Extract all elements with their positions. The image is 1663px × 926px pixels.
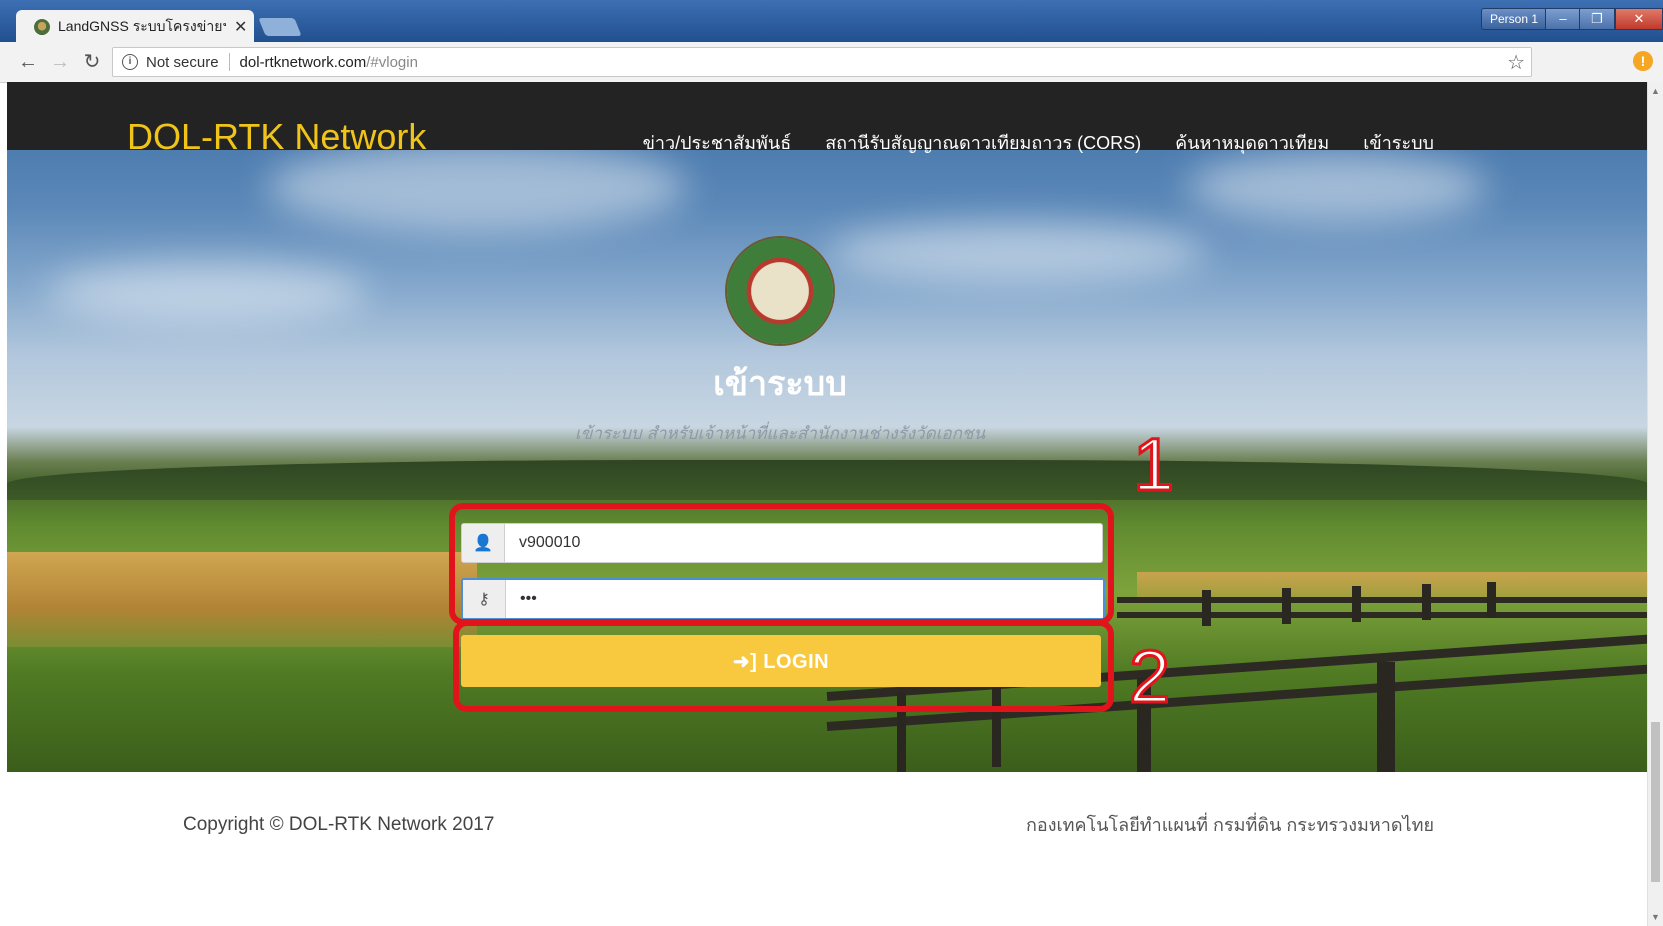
page-viewport: DOL-RTK Network ข่าว/ประชาสัมพันธ์ สถานี… — [7, 82, 1648, 926]
menu-item-news[interactable]: ข่าว/ประชาสัมพันธ์ — [643, 128, 792, 157]
page-scrollbar[interactable]: ▲ ▼ — [1647, 82, 1663, 926]
url-host: dol-rtknetwork.com — [239, 53, 367, 71]
new-tab-button[interactable] — [258, 18, 302, 36]
browser-toolbar: ← → ↻ i Not secure dol-rtknetwork.com/#v… — [0, 42, 1663, 83]
fence-post — [1377, 662, 1395, 772]
back-arrow-icon[interactable]: ← — [16, 50, 40, 74]
site-favicon-icon — [34, 18, 50, 35]
annotation-box-credentials — [449, 503, 1114, 625]
fence-post — [1202, 590, 1211, 626]
scroll-thumb[interactable] — [1651, 722, 1660, 882]
security-label: Not secure — [146, 53, 219, 71]
cloud-shape — [827, 222, 1207, 282]
login-title: เข้าระบบ — [713, 365, 847, 403]
address-bar[interactable]: i Not secure dol-rtknetwork.com/#vlogin … — [112, 47, 1532, 77]
minimize-button[interactable]: – — [1545, 8, 1581, 30]
fence-rail — [1117, 597, 1647, 603]
fence-post — [1422, 584, 1431, 620]
menu-item-cors[interactable]: สถานีรับสัญญาณดาวเทียมถาวร (CORS) — [825, 128, 1141, 157]
cloud-shape — [1187, 152, 1487, 222]
agency-text: กองเทคโนโลยีทำแผนที่ กรมที่ดิน กระทรวงมห… — [1025, 815, 1434, 835]
reload-icon[interactable]: ↻ — [80, 50, 104, 74]
info-icon[interactable]: i — [122, 54, 138, 70]
close-tab-icon[interactable]: ✕ — [234, 17, 247, 37]
restore-button[interactable]: ❐ — [1579, 8, 1615, 30]
wheat-field — [7, 552, 477, 647]
menu-item-login[interactable]: เข้าระบบ — [1363, 128, 1434, 157]
profile-button[interactable]: Person 1 — [1480, 8, 1547, 30]
annotation-box-login — [453, 620, 1114, 712]
copyright-text: Copyright © DOL-RTK Network 2017 — [183, 814, 495, 835]
bookmark-star-icon[interactable]: ☆ — [1507, 50, 1525, 75]
browser-tab[interactable]: LandGNSS ระบบโครงข่ายฯ ✕ — [16, 10, 254, 43]
fence-rail — [1117, 612, 1647, 618]
scroll-up-icon[interactable]: ▲ — [1651, 86, 1660, 96]
treeline — [7, 460, 1648, 500]
department-seal-logo — [727, 238, 833, 344]
page-footer: Copyright © DOL-RTK Network 2017 กองเทคโ… — [7, 772, 1648, 926]
fence-post — [1352, 586, 1361, 622]
site-brand[interactable]: DOL-RTK Network — [127, 116, 426, 158]
fence-post — [1487, 582, 1496, 618]
tab-title: LandGNSS ระบบโครงข่ายฯ — [58, 17, 226, 34]
scroll-down-icon[interactable]: ▼ — [1651, 912, 1660, 922]
fence-post — [1282, 588, 1291, 624]
extension-alert-icon[interactable]: ! — [1633, 51, 1653, 71]
url-path: /#vlogin — [366, 53, 418, 71]
annotation-step-1: 1 — [1131, 423, 1175, 506]
login-subtitle: เข้าระบบ สำหรับเจ้าหน้าที่และสำนักงานช่า… — [574, 424, 986, 443]
address-divider — [228, 53, 230, 71]
forward-arrow-icon[interactable]: → — [48, 50, 72, 74]
browser-tab-strip: LandGNSS ระบบโครงข่ายฯ ✕ Person 1 – ❐ ✕ — [0, 0, 1663, 43]
site-navbar: DOL-RTK Network ข่าว/ประชาสัมพันธ์ สถานี… — [7, 82, 1648, 157]
main-menu: ข่าว/ประชาสัมพันธ์ สถานีรับสัญญาณดาวเทีย… — [643, 128, 1434, 157]
menu-item-search-marker[interactable]: ค้นหาหมุดดาวเทียม — [1175, 128, 1329, 157]
cloud-shape — [47, 262, 367, 322]
close-window-button[interactable]: ✕ — [1615, 8, 1663, 30]
annotation-step-2: 2 — [1127, 635, 1171, 718]
